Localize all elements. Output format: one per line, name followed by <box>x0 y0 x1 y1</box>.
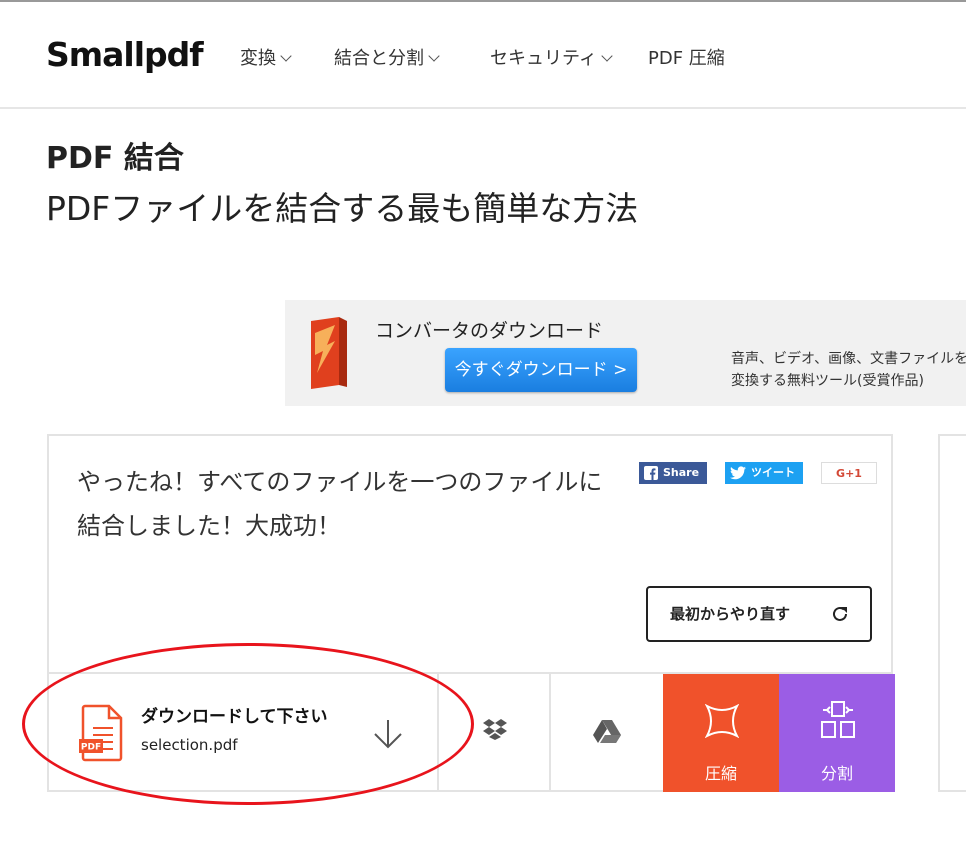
nav-item-label: 変換 <box>240 48 276 69</box>
chevron-down-icon <box>428 50 440 62</box>
pdf-file-icon: PDF <box>79 704 123 762</box>
ad-download-button[interactable]: 今すぐダウンロード > <box>445 348 637 392</box>
result-actions: PDF ダウンロードして下さい selection.pdf 圧縮 分割 <box>49 672 895 792</box>
twitter-share-label: ツイート <box>751 466 795 479</box>
logo[interactable]: Smallpdf <box>46 35 204 74</box>
google-plus-button[interactable]: G+1 <box>821 462 877 484</box>
side-panel-edge <box>938 434 966 792</box>
box-icon <box>311 317 347 389</box>
result-card: やったね！すべてのファイルを一つのファイルに結合しました！大成功！ Share … <box>47 434 895 792</box>
nav-item-label: セキュリティ <box>490 48 597 69</box>
split-icon <box>821 701 855 738</box>
page-title: PDF 結合 <box>46 141 184 176</box>
nav-item-convert[interactable]: 変換 <box>240 44 292 70</box>
dropbox-icon <box>483 719 507 740</box>
ad-desc-line: 音声、ビデオ、画像、文書ファイルを <box>731 351 966 367</box>
ad-description: 音声、ビデオ、画像、文書ファイルを 変換する無料ツール(受賞作品) <box>731 348 966 392</box>
pdf-badge: PDF <box>81 743 101 753</box>
twitter-share-button[interactable]: ツイート <box>725 462 803 484</box>
chevron-down-icon <box>601 50 613 62</box>
ad-banner[interactable]: コンバータのダウンロード 今すぐダウンロード > 音声、ビデオ、画像、文書ファイ… <box>285 300 966 406</box>
google-drive-icon <box>593 720 621 743</box>
file-name: selection.pdf <box>141 736 238 754</box>
split-label: 分割 <box>820 764 853 783</box>
chevron-down-icon <box>280 50 292 62</box>
page-subtitle: PDFファイルを結合する最も簡単な方法 <box>46 189 639 228</box>
restart-label: 最初からやり直す <box>670 605 791 623</box>
nav-item-security[interactable]: セキュリティ <box>490 44 613 70</box>
nav-item-merge-split[interactable]: 結合と分割 <box>334 44 440 70</box>
navbar: Smallpdf 変換 結合と分割 セキュリティ PDF 圧縮 <box>0 2 966 109</box>
compress-icon <box>705 704 739 738</box>
download-arrow-icon <box>374 720 402 749</box>
split-tool-button[interactable]: 分割 <box>779 674 895 792</box>
refresh-icon <box>833 606 847 621</box>
ad-title: コンバータのダウンロード <box>375 320 604 342</box>
success-message: やったね！すべてのファイルを一つのファイルに結合しました！大成功！ <box>77 468 603 540</box>
download-label: ダウンロードして下さい <box>141 707 328 727</box>
save-to-google-drive-button[interactable] <box>551 674 663 792</box>
nav-item-compress[interactable]: PDF 圧縮 <box>648 44 725 70</box>
ad-desc-line: 変換する無料ツール(受賞作品) <box>731 373 924 389</box>
save-to-dropbox-button[interactable] <box>439 674 551 792</box>
download-file-button[interactable]: PDF ダウンロードして下さい selection.pdf <box>49 674 439 792</box>
twitter-icon <box>730 466 746 480</box>
compress-tool-button[interactable]: 圧縮 <box>663 674 779 792</box>
nav-item-label: PDF 圧縮 <box>648 48 725 69</box>
restart-button[interactable]: 最初からやり直す <box>646 586 872 642</box>
compress-label: 圧縮 <box>704 764 737 783</box>
facebook-share-label: Share <box>663 466 700 479</box>
nav-item-label: 結合と分割 <box>334 48 424 69</box>
facebook-icon <box>644 466 658 480</box>
facebook-share-button[interactable]: Share <box>639 462 707 484</box>
